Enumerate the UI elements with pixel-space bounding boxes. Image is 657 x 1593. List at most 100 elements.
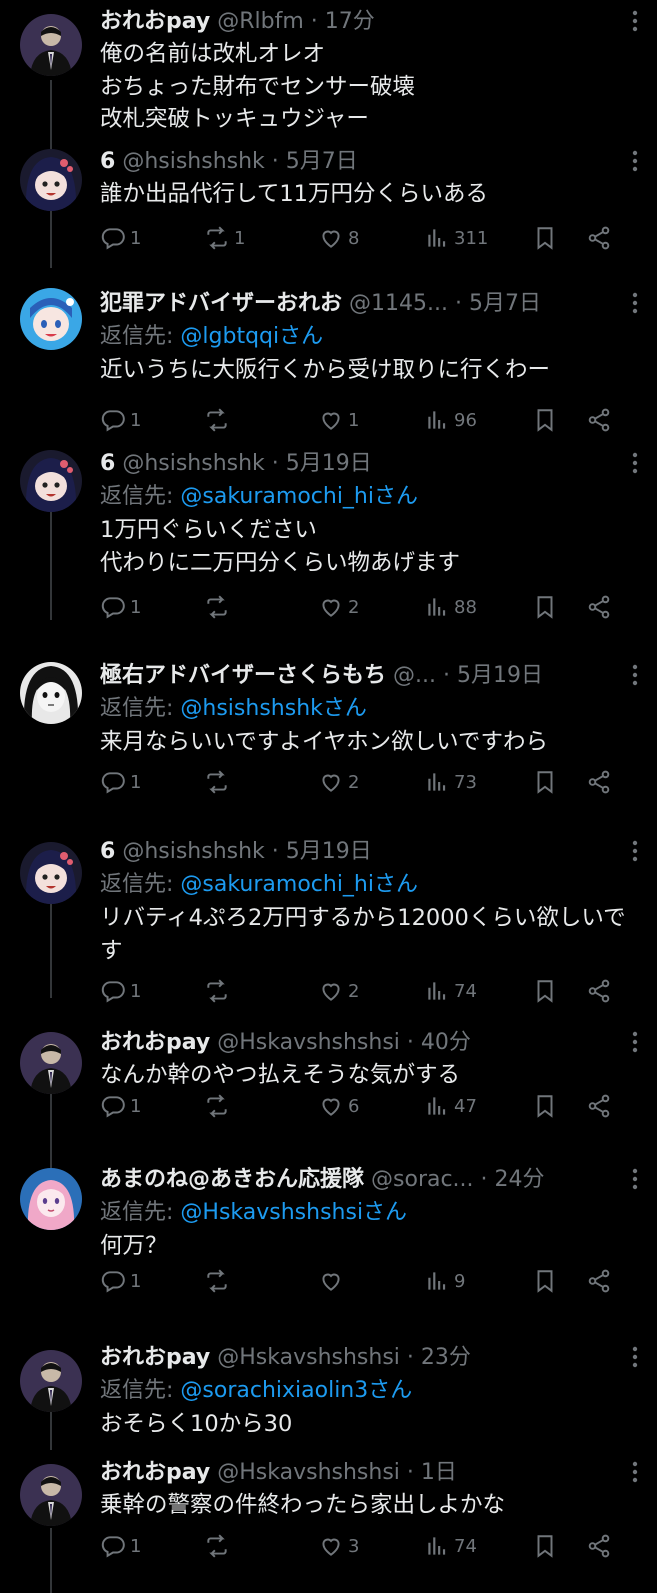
user-handle[interactable]: @Hskavshshshsi bbox=[217, 1030, 400, 1055]
reply-button[interactable]: 1 bbox=[100, 221, 141, 255]
repost-button[interactable]: 1 bbox=[204, 221, 245, 255]
reply-to-link[interactable]: @hsishshshkさん bbox=[180, 696, 366, 721]
like-button[interactable]: 2 bbox=[318, 974, 359, 1008]
user-handle[interactable]: @Rlbfm bbox=[217, 9, 304, 34]
more-options-icon[interactable] bbox=[623, 1166, 647, 1192]
post[interactable]: 6 @hsishshshk · 5月19日 返信先: @sakuramochi_… bbox=[0, 448, 657, 638]
avatar[interactable] bbox=[20, 1464, 82, 1526]
post[interactable]: おれおpay @Rlbfm · 17分 俺の名前は改札オレオ おちょった財布でセ… bbox=[0, 6, 657, 136]
reply-button[interactable]: 1 bbox=[100, 765, 141, 799]
timestamp[interactable]: 24分 bbox=[495, 1167, 545, 1192]
like-button[interactable]: 2 bbox=[318, 590, 359, 624]
post[interactable]: 極右アドバイザーさくらもち @... · 5月19日 返信先: @hsishsh… bbox=[0, 660, 657, 812]
timestamp[interactable]: 5月7日 bbox=[469, 291, 541, 316]
bookmark-icon[interactable] bbox=[532, 974, 558, 1008]
views-button[interactable]: 74 bbox=[424, 974, 477, 1008]
like-button[interactable]: 8 bbox=[318, 221, 359, 255]
like-button[interactable] bbox=[318, 1264, 348, 1298]
avatar[interactable] bbox=[20, 1350, 82, 1412]
user-handle[interactable]: @hsishshshk bbox=[122, 149, 264, 174]
avatar[interactable] bbox=[20, 14, 82, 76]
avatar[interactable] bbox=[20, 1032, 82, 1094]
repost-button[interactable] bbox=[204, 403, 234, 437]
avatar[interactable] bbox=[20, 149, 82, 211]
more-options-icon[interactable] bbox=[623, 148, 647, 174]
more-options-icon[interactable] bbox=[623, 290, 647, 316]
avatar[interactable] bbox=[20, 662, 82, 724]
user-handle[interactable]: @... bbox=[393, 663, 436, 688]
repost-button[interactable] bbox=[204, 765, 234, 799]
reply-button[interactable]: 1 bbox=[100, 590, 141, 624]
post[interactable]: 犯罪アドバイザーおれお @1145... · 5月7日 返信先: @lgbtqq… bbox=[0, 288, 657, 440]
bookmark-icon[interactable] bbox=[532, 765, 558, 799]
timestamp[interactable]: 17分 bbox=[325, 9, 375, 34]
repost-button[interactable] bbox=[204, 590, 234, 624]
share-icon[interactable] bbox=[586, 590, 612, 624]
display-name[interactable]: 犯罪アドバイザーおれお bbox=[100, 291, 342, 316]
user-handle[interactable]: @Hskavshshshsi bbox=[217, 1460, 400, 1485]
reply-button[interactable]: 1 bbox=[100, 1529, 141, 1563]
repost-button[interactable] bbox=[204, 1089, 234, 1123]
user-handle[interactable]: @hsishshshk bbox=[122, 451, 264, 476]
share-icon[interactable] bbox=[586, 403, 612, 437]
display-name[interactable]: おれおpay bbox=[100, 9, 210, 34]
display-name[interactable]: おれおpay bbox=[100, 1345, 210, 1370]
post[interactable]: 6 @hsishshshk · 5月19日 返信先: @sakuramochi_… bbox=[0, 836, 657, 1026]
views-button[interactable]: 47 bbox=[424, 1089, 477, 1123]
share-icon[interactable] bbox=[586, 1089, 612, 1123]
more-options-icon[interactable] bbox=[623, 1344, 647, 1370]
repost-button[interactable] bbox=[204, 1529, 234, 1563]
reply-button[interactable]: 1 bbox=[100, 1264, 141, 1298]
reply-to-link[interactable]: @lgbtqqiさん bbox=[180, 324, 323, 349]
like-button[interactable]: 3 bbox=[318, 1529, 359, 1563]
bookmark-icon[interactable] bbox=[532, 1264, 558, 1298]
reply-to-link[interactable]: @sakuramochi_hiさん bbox=[180, 484, 418, 509]
like-button[interactable]: 6 bbox=[318, 1089, 359, 1123]
share-icon[interactable] bbox=[586, 1264, 612, 1298]
display-name[interactable]: おれおpay bbox=[100, 1460, 210, 1485]
bookmark-icon[interactable] bbox=[532, 590, 558, 624]
reply-button[interactable]: 1 bbox=[100, 974, 141, 1008]
repost-button[interactable] bbox=[204, 1264, 234, 1298]
avatar[interactable] bbox=[20, 842, 82, 904]
display-name[interactable]: おれおpay bbox=[100, 1030, 210, 1055]
reply-to-link[interactable]: @sorachixiaolin3さん bbox=[180, 1378, 412, 1403]
user-handle[interactable]: @1145... bbox=[349, 291, 448, 316]
timestamp[interactable]: 5月19日 bbox=[286, 839, 372, 864]
timestamp[interactable]: 23分 bbox=[421, 1345, 471, 1370]
reply-button[interactable]: 1 bbox=[100, 1089, 141, 1123]
more-options-icon[interactable] bbox=[623, 662, 647, 688]
user-handle[interactable]: @Hskavshshshsi bbox=[217, 1345, 400, 1370]
more-options-icon[interactable] bbox=[623, 1029, 647, 1055]
views-button[interactable]: 88 bbox=[424, 590, 477, 624]
share-icon[interactable] bbox=[586, 974, 612, 1008]
display-name[interactable]: 6 bbox=[100, 839, 115, 864]
views-button[interactable]: 96 bbox=[424, 403, 477, 437]
post[interactable]: おれおpay @Hskavshshshsi · 23分 返信先: @sorach… bbox=[0, 1342, 657, 1452]
timestamp[interactable]: 5月19日 bbox=[286, 451, 372, 476]
display-name[interactable]: あまのね@あきおん応援隊 bbox=[100, 1167, 364, 1192]
bookmark-icon[interactable] bbox=[532, 221, 558, 255]
display-name[interactable]: 極右アドバイザーさくらもち bbox=[100, 663, 386, 688]
more-options-icon[interactable] bbox=[623, 8, 647, 34]
more-options-icon[interactable] bbox=[623, 450, 647, 476]
share-icon[interactable] bbox=[586, 1529, 612, 1563]
share-icon[interactable] bbox=[586, 221, 612, 255]
post[interactable]: あまのね@あきおん応援隊 @sorac... · 24分 返信先: @Hskav… bbox=[0, 1164, 657, 1324]
like-button[interactable]: 2 bbox=[318, 765, 359, 799]
post[interactable]: おれおpay @Hskavshshshsi · 40分 なんか幹のやつ払えそうな… bbox=[0, 1027, 657, 1147]
user-handle[interactable]: @sorac... bbox=[371, 1167, 474, 1192]
views-button[interactable]: 311 bbox=[424, 221, 488, 255]
bookmark-icon[interactable] bbox=[532, 1529, 558, 1563]
more-options-icon[interactable] bbox=[623, 1459, 647, 1485]
share-icon[interactable] bbox=[586, 765, 612, 799]
avatar[interactable] bbox=[20, 1168, 82, 1230]
repost-button[interactable] bbox=[204, 974, 234, 1008]
avatar[interactable] bbox=[20, 450, 82, 512]
post[interactable]: おれおpay @Hskavshshshsi · 1日 乗幹の警察の件終わったら家… bbox=[0, 1457, 657, 1587]
timestamp[interactable]: 5月19日 bbox=[457, 663, 543, 688]
reply-to-link[interactable]: @Hskavshshshsiさん bbox=[180, 1200, 407, 1225]
like-button[interactable]: 1 bbox=[318, 403, 359, 437]
reply-to-link[interactable]: @sakuramochi_hiさん bbox=[180, 872, 418, 897]
views-button[interactable]: 73 bbox=[424, 765, 477, 799]
